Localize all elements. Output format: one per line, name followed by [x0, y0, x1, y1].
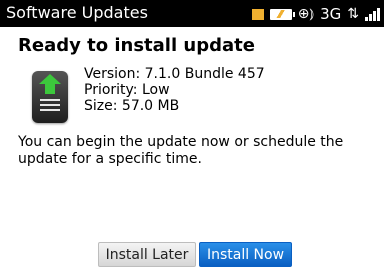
install-now-button[interactable]: Install Now	[199, 242, 292, 267]
mail-icon	[251, 9, 264, 20]
software-update-icon	[32, 71, 68, 123]
size-text: Size: 57.0 MB	[84, 98, 180, 114]
install-later-button[interactable]: Install Later	[98, 242, 196, 267]
data-arrows-icon: ⇅	[347, 5, 359, 22]
priority-text: Priority: Low	[84, 82, 170, 98]
version-text: Version: 7.1.0 Bundle 457	[84, 66, 265, 82]
description-text: You can begin the update now or schedule…	[18, 134, 344, 167]
update-arrow-icon	[39, 74, 61, 111]
update-details: Version: 7.1.0 Bundle 457 Priority: Low …	[84, 66, 265, 114]
app-title: Software Updates	[6, 3, 148, 22]
signal-icon	[365, 7, 380, 21]
network-type: 3G	[320, 4, 342, 23]
battery-charging-icon	[269, 9, 295, 20]
status-bar: Software Updates ⊕⦆ 3G ⇅	[0, 0, 384, 27]
page-title: Ready to install update	[18, 35, 255, 56]
wifi-icon: ⊕⦆	[297, 5, 315, 22]
status-icons: ⊕⦆ 3G ⇅	[251, 0, 380, 27]
